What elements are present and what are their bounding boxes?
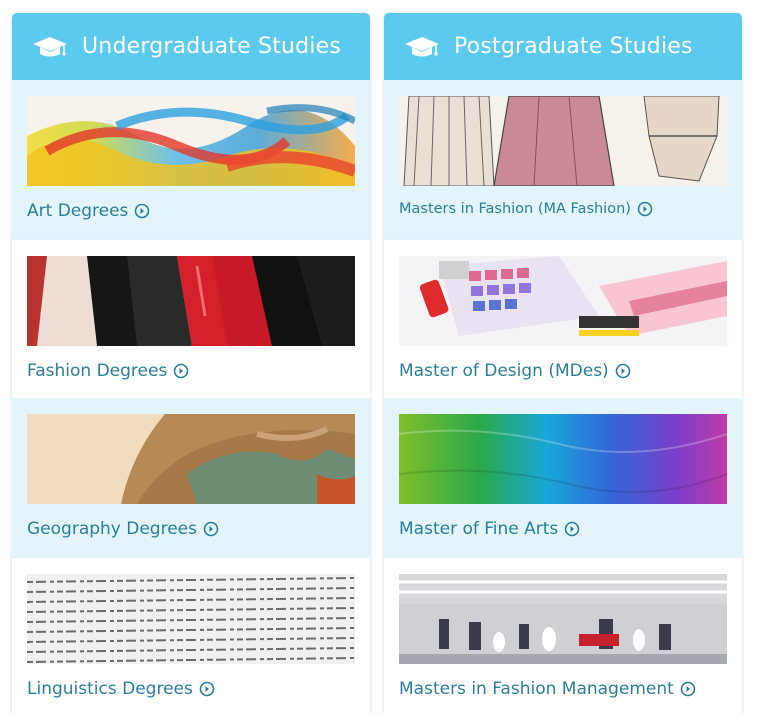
postgraduate-panel: Postgraduate Studies Masters in Fashion … [384, 13, 742, 714]
link-label: Master of Design (MDes) [399, 361, 609, 381]
undergraduate-panel: Undergraduate Studies Art Degrees Fashio… [12, 13, 370, 714]
program-card: Geography Degrees [12, 398, 370, 557]
graduation-cap-icon [403, 34, 441, 60]
link-label: Master of Fine Arts [399, 519, 559, 539]
ink-splash-image[interactable] [27, 96, 355, 186]
program-link-fashion-degrees[interactable]: Fashion Degrees [27, 361, 356, 381]
panel-title: Undergraduate Studies [82, 34, 342, 59]
panel-header: Postgraduate Studies [384, 13, 742, 80]
program-card: Art Degrees [12, 80, 370, 239]
panel-title: Postgraduate Studies [454, 34, 693, 59]
circle-arrow-icon [637, 201, 653, 217]
circle-arrow-icon [134, 203, 150, 219]
circle-arrow-icon [203, 521, 219, 537]
high-heels-image[interactable] [27, 256, 355, 346]
program-card: Masters in Fashion (MA Fashion) [384, 80, 742, 239]
program-link-mfa[interactable]: Master of Fine Arts [399, 519, 728, 539]
program-card: Fashion Degrees [12, 239, 370, 398]
program-link-linguistics-degrees[interactable]: Linguistics Degrees [27, 679, 356, 699]
program-link-mdes[interactable]: Master of Design (MDes) [399, 361, 728, 381]
link-label: Linguistics Degrees [27, 679, 193, 699]
link-label: Masters in Fashion (MA Fashion) [399, 201, 631, 217]
rainbow-paint-image[interactable] [399, 414, 727, 504]
link-label: Fashion Degrees [27, 361, 168, 381]
circle-arrow-icon [199, 681, 215, 697]
fashion-sketch-image[interactable] [399, 96, 727, 186]
circle-arrow-icon [680, 681, 696, 697]
program-link-ma-fashion[interactable]: Masters in Fashion (MA Fashion) [399, 201, 728, 217]
program-link-geography-degrees[interactable]: Geography Degrees [27, 519, 356, 539]
program-card: Master of Fine Arts [384, 398, 742, 557]
printed-text-image[interactable] [27, 574, 355, 664]
boutique-interior-image[interactable] [399, 574, 727, 664]
color-swatches-image[interactable] [399, 256, 727, 346]
circle-arrow-icon [564, 521, 580, 537]
link-label: Geography Degrees [27, 519, 197, 539]
program-link-art-degrees[interactable]: Art Degrees [27, 201, 356, 221]
circle-arrow-icon [615, 363, 631, 379]
program-link-fashion-management[interactable]: Masters in Fashion Management [399, 679, 728, 699]
program-card: Master of Design (MDes) [384, 239, 742, 398]
globe-image[interactable] [27, 414, 355, 504]
link-label: Masters in Fashion Management [399, 679, 674, 699]
circle-arrow-icon [173, 363, 189, 379]
panel-header: Undergraduate Studies [12, 13, 370, 80]
link-label: Art Degrees [27, 201, 129, 221]
program-card: Masters in Fashion Management [384, 557, 742, 714]
graduation-cap-icon [31, 34, 69, 60]
program-card: Linguistics Degrees [12, 557, 370, 714]
